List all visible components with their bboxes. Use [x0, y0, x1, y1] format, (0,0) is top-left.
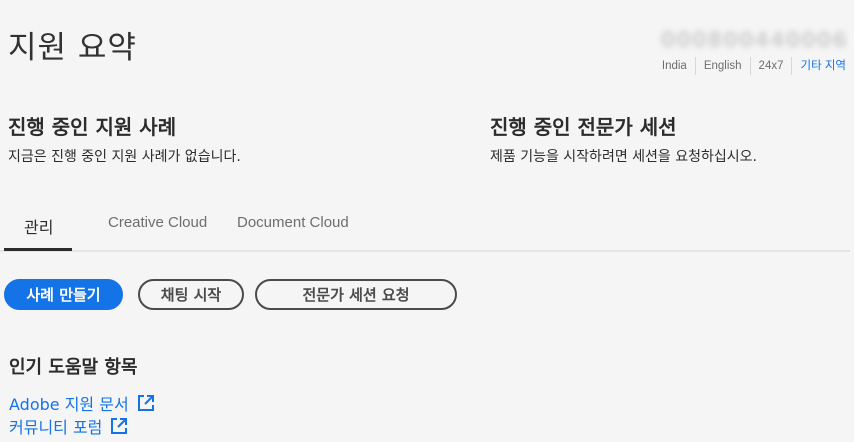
start-chat-button[interactable]: 채팅 시작	[138, 279, 244, 310]
region-bar: India English 24x7 기타 지역	[654, 57, 846, 75]
popular-help-heading: 인기 도움말 항목	[9, 357, 138, 378]
tab-manage[interactable]: 관리	[24, 214, 53, 238]
support-phone-number: 000800440006	[660, 28, 848, 52]
active-tab-indicator	[4, 248, 72, 251]
community-forum-link[interactable]: 커뮤니티 포럼	[9, 414, 128, 438]
adobe-support-docs-link[interactable]: Adobe 지원 문서	[9, 391, 155, 415]
help-link-label[interactable]: 커뮤니티 포럼	[9, 414, 102, 438]
page-title: 지원 요약	[8, 30, 137, 66]
tab-creative-cloud[interactable]: Creative Cloud	[108, 214, 207, 231]
other-regions-link[interactable]: 기타 지역	[792, 57, 846, 75]
region-language: English	[696, 57, 751, 75]
external-link-icon	[137, 395, 154, 411]
expert-sessions-text: 제품 기능을 시작하려면 세션을 요청하십시오.	[490, 149, 757, 165]
external-link-icon	[111, 418, 128, 434]
product-tabs: 관리 Creative Cloud Document Cloud	[0, 200, 850, 252]
open-cases-heading: 진행 중인 지원 사례	[8, 115, 177, 139]
region-country: India	[654, 57, 696, 75]
help-link-label[interactable]: Adobe 지원 문서	[9, 391, 129, 415]
tab-document-cloud[interactable]: Document Cloud	[237, 214, 349, 231]
create-case-button[interactable]: 사례 만들기	[4, 279, 123, 310]
region-availability: 24x7	[751, 57, 793, 75]
open-cases-text: 지금은 진행 중인 지원 사례가 없습니다.	[8, 149, 241, 165]
expert-sessions-heading: 진행 중인 전문가 세션	[490, 115, 677, 139]
request-expert-session-button[interactable]: 전문가 세션 요청	[255, 279, 457, 310]
